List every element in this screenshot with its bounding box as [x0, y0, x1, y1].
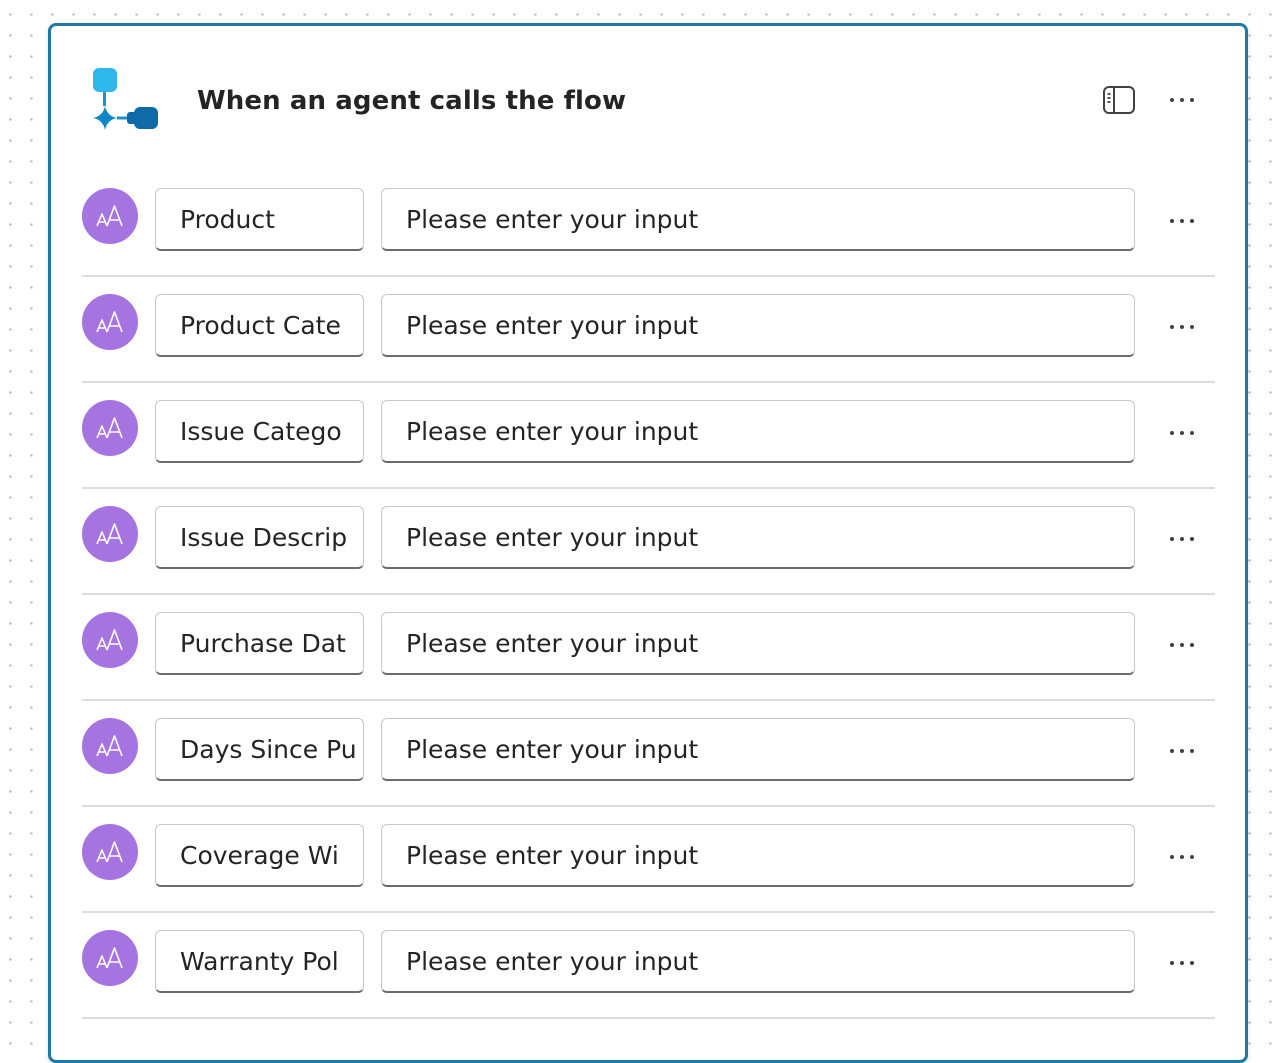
input-value-field[interactable]	[381, 400, 1135, 463]
text-type-icon	[82, 506, 138, 562]
input-name-field[interactable]	[155, 612, 364, 675]
text-aa-icon	[96, 629, 123, 651]
input-name-field[interactable]	[155, 294, 364, 357]
input-value-textbox[interactable]	[382, 507, 1134, 567]
input-name-textbox[interactable]	[156, 295, 363, 355]
input-row	[82, 612, 1215, 718]
trigger-card: When an agent calls the flow	[48, 23, 1248, 1063]
text-type-icon	[82, 718, 138, 774]
row-more-button[interactable]	[1162, 736, 1202, 766]
input-name-textbox[interactable]	[156, 719, 363, 779]
input-value-field[interactable]	[381, 930, 1135, 993]
text-aa-icon	[96, 311, 123, 333]
input-row	[82, 718, 1215, 824]
more-horizontal-icon	[1170, 537, 1194, 541]
input-value-field[interactable]	[381, 612, 1135, 675]
text-type-icon	[82, 188, 138, 244]
input-row	[82, 294, 1215, 400]
input-row	[82, 188, 1215, 294]
input-value-textbox[interactable]	[382, 719, 1134, 779]
input-value-textbox[interactable]	[382, 825, 1134, 885]
text-type-icon	[82, 930, 138, 986]
input-name-field[interactable]	[155, 718, 364, 781]
input-name-textbox[interactable]	[156, 507, 363, 567]
more-horizontal-icon	[1170, 961, 1194, 965]
text-type-icon	[82, 400, 138, 456]
input-row	[82, 400, 1215, 506]
text-aa-icon	[96, 205, 123, 227]
input-value-field[interactable]	[381, 506, 1135, 569]
text-type-icon	[82, 824, 138, 880]
side-panel-icon[interactable]	[1101, 84, 1137, 116]
input-value-field[interactable]	[381, 294, 1135, 357]
input-name-field[interactable]	[155, 930, 364, 993]
more-horizontal-icon	[1170, 855, 1194, 859]
input-name-field[interactable]	[155, 824, 364, 887]
input-value-textbox[interactable]	[382, 401, 1134, 461]
header-more-button[interactable]	[1162, 85, 1202, 115]
input-value-field[interactable]	[381, 188, 1135, 251]
text-type-icon	[82, 294, 138, 350]
input-name-textbox[interactable]	[156, 401, 363, 461]
row-more-button[interactable]	[1162, 206, 1202, 236]
more-horizontal-icon	[1170, 325, 1194, 329]
input-value-textbox[interactable]	[382, 295, 1134, 355]
row-more-button[interactable]	[1162, 312, 1202, 342]
row-more-button[interactable]	[1162, 948, 1202, 978]
input-name-textbox[interactable]	[156, 931, 363, 991]
text-aa-icon	[96, 523, 123, 545]
input-name-textbox[interactable]	[156, 825, 363, 885]
text-aa-icon	[96, 735, 123, 757]
input-value-textbox[interactable]	[382, 189, 1134, 249]
text-aa-icon	[96, 417, 123, 439]
agent-trigger-icon	[93, 68, 158, 130]
more-horizontal-icon	[1170, 219, 1194, 223]
input-value-field[interactable]	[381, 824, 1135, 887]
input-value-textbox[interactable]	[382, 613, 1134, 673]
more-horizontal-icon	[1170, 98, 1194, 102]
more-horizontal-icon	[1170, 431, 1194, 435]
row-more-button[interactable]	[1162, 630, 1202, 660]
input-row	[82, 506, 1215, 612]
row-more-button[interactable]	[1162, 842, 1202, 872]
input-name-textbox[interactable]	[156, 613, 363, 673]
input-name-field[interactable]	[155, 506, 364, 569]
text-type-icon	[82, 612, 138, 668]
input-row	[82, 824, 1215, 930]
input-name-textbox[interactable]	[156, 189, 363, 249]
input-value-textbox[interactable]	[382, 931, 1134, 991]
more-horizontal-icon	[1170, 749, 1194, 753]
input-value-field[interactable]	[381, 718, 1135, 781]
row-more-button[interactable]	[1162, 418, 1202, 448]
text-aa-icon	[96, 841, 123, 863]
more-horizontal-icon	[1170, 643, 1194, 647]
input-name-field[interactable]	[155, 400, 364, 463]
text-aa-icon	[96, 947, 123, 969]
input-name-field[interactable]	[155, 188, 364, 251]
row-more-button[interactable]	[1162, 524, 1202, 554]
flow-title: When an agent calls the flow	[197, 86, 627, 116]
input-row	[82, 930, 1215, 1036]
